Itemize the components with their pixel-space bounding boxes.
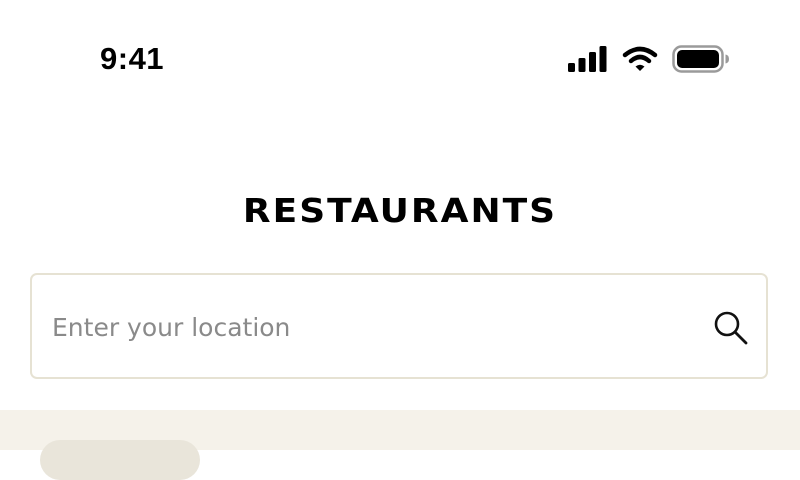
search-icon[interactable] — [712, 309, 750, 347]
status-icons — [568, 42, 730, 76]
location-search-input[interactable] — [52, 299, 692, 355]
wifi-icon — [622, 46, 658, 71]
status-time: 9:41 — [100, 41, 165, 76]
filter-chip[interactable] — [40, 440, 200, 480]
battery-icon — [672, 45, 729, 73]
results-panel — [0, 410, 800, 480]
cellular-signal-icon — [568, 46, 607, 72]
status-bar: 9:41 — [0, 0, 800, 110]
page-title: RESTAURANTS — [242, 192, 558, 231]
location-search-box[interactable] — [30, 273, 768, 379]
